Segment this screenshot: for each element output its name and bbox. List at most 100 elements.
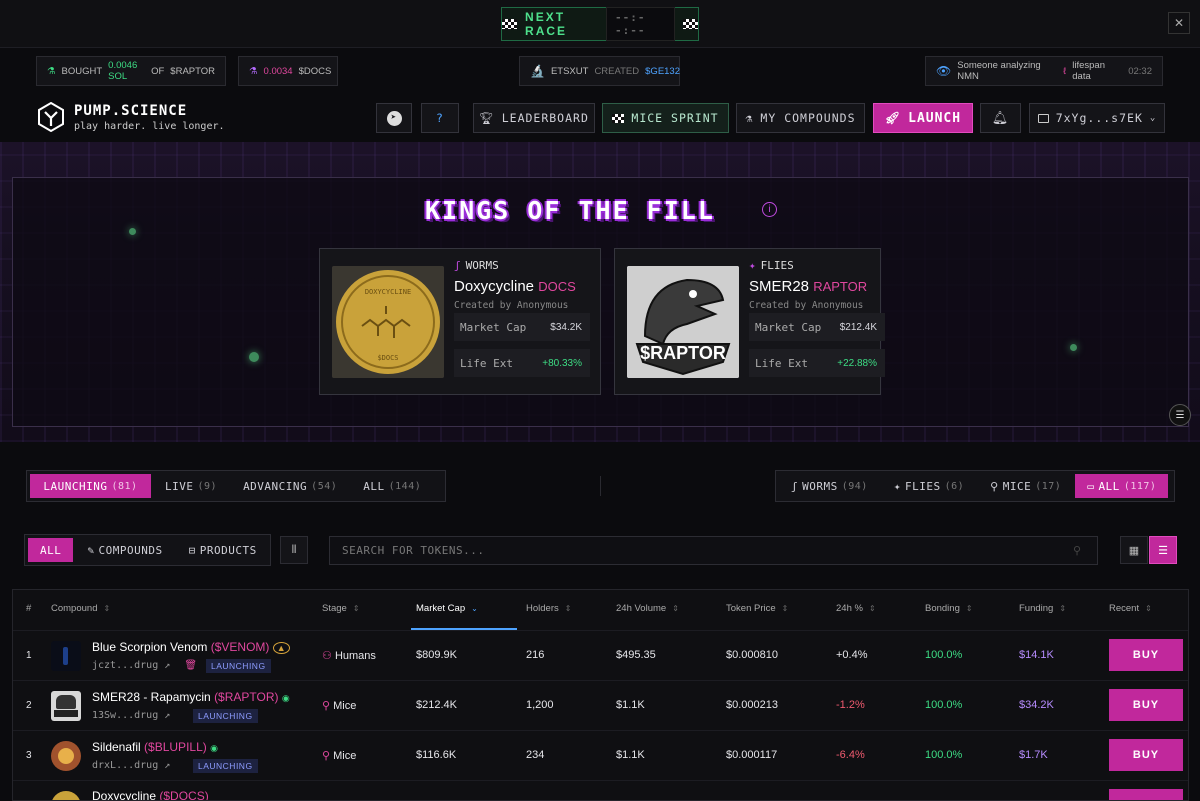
compound-name[interactable]: SMER28 - Rapamycin ($RAPTOR) ◉ <box>92 690 290 704</box>
buy-button[interactable]: BUY <box>1109 739 1183 771</box>
ticker-trade[interactable]: ⚗ 0.0034 $DOCS <box>238 56 338 86</box>
leaderboard-button[interactable]: 🏆︎ LEADERBOARD <box>473 103 595 133</box>
next-race-banner[interactable]: NEXT RACE --:--:-- <box>501 7 699 41</box>
notifications-button[interactable]: 🔔︎ <box>980 103 1021 133</box>
ticker-created[interactable]: 🔬 ETSXUT CREATED $GE132 <box>519 56 680 86</box>
market-cap-cell: $116.6K <box>416 749 457 761</box>
bonding-cell: 100.0% <box>925 699 963 711</box>
docs-avatar <box>51 791 81 800</box>
tab-all-species[interactable]: ▭ ALL (117) <box>1075 474 1169 498</box>
life-ext-stat: Life Ext +80.33% <box>454 349 590 377</box>
table-row[interactable]: 3 Sildenafil ($BLUPILL) ◉ drxL...drug ↗ … <box>13 730 1188 780</box>
th-funding[interactable]: Funding ⇕ <box>1019 603 1066 614</box>
warning-icon: ▲ <box>272 642 290 654</box>
ticker-created-label: CREATED <box>594 65 640 77</box>
worm-icon: ʃ <box>791 479 799 493</box>
tab-flies[interactable]: ✦ FLIES (6) <box>882 474 976 498</box>
compound-name[interactable]: Doxycycline ($DOCS) <box>92 789 209 800</box>
table-row[interactable]: 2 SMER28 - Rapamycin ($RAPTOR) ◉ 13Sw...… <box>13 680 1188 730</box>
mice-sprint-button[interactable]: MICE SPRINT <box>602 103 729 133</box>
beaker-icon: ⚗ <box>745 111 754 125</box>
ticker-activity-text: Someone analyzing NMN <box>957 60 1041 82</box>
th-price[interactable]: Token Price ⇕ <box>726 603 788 614</box>
flask-icon: ⚗ <box>47 65 56 77</box>
launch-button[interactable]: 🚀︎ LAUNCH <box>873 103 973 133</box>
th-holders[interactable]: Holders ⇕ <box>526 603 571 614</box>
filter-products[interactable]: ⊟ PRODUCTS <box>177 538 269 562</box>
th-compound[interactable]: Compound ⇕ <box>51 603 110 614</box>
stage-label: WORMS <box>465 259 499 272</box>
external-link-icon: ↗ <box>164 660 171 671</box>
ticker-activity-time: 02:32 <box>1128 65 1152 77</box>
columns-icon[interactable]: ⦀ <box>280 536 308 564</box>
table-row[interactable]: 1 Blue Scorpion Venom ($VENOM) ▲ jczt...… <box>13 630 1188 680</box>
tab-mice[interactable]: ⚲ MICE (17) <box>978 474 1073 498</box>
race-timer: --:--:-- <box>606 7 675 41</box>
holders-cell: 234 <box>526 749 545 761</box>
telegram-button[interactable]: ➤ <box>376 103 412 133</box>
my-compounds-button[interactable]: ⚗ MY COMPOUNDS <box>736 103 865 133</box>
info-icon[interactable]: i <box>762 202 777 217</box>
filter-compounds[interactable]: ✎ COMPOUNDS <box>75 538 174 562</box>
list-view-icon[interactable]: ☰ <box>1149 536 1177 564</box>
market-cap-cell: $809.9K <box>416 649 457 661</box>
tab-advancing[interactable]: ADVANCING (54) <box>231 474 349 498</box>
external-link-icon: ↗ <box>164 710 171 721</box>
th-recent[interactable]: Recent ⇕ <box>1109 603 1152 614</box>
panel-toggle-icon[interactable]: ☰ <box>1169 404 1191 426</box>
king-card-docs[interactable]: DOXYCYCLINE $DOCS ʃ WORMS Doxycycline DO… <box>319 248 601 395</box>
rocket-icon: 🚀︎ <box>884 111 902 125</box>
ticker-activity-tail: lifespan data <box>1072 60 1105 82</box>
fly-icon: ✦ <box>749 259 756 272</box>
raptor-image: $RAPTOR <box>627 266 739 378</box>
microscope-icon: 🔬 <box>530 64 545 78</box>
th-bonding[interactable]: Bonding ⇕ <box>925 603 973 614</box>
th-volume[interactable]: 24h Volume ⇕ <box>616 603 679 614</box>
checkered-flag-icon <box>612 113 625 123</box>
grid-view-icon[interactable]: ▦ <box>1120 536 1148 564</box>
tab-all[interactable]: ALL (144) <box>351 474 433 498</box>
close-icon[interactable]: ✕ <box>1168 12 1190 34</box>
king-card-stage: ✦ FLIES <box>749 259 794 272</box>
compound-name[interactable]: Blue Scorpion Venom ($VENOM) ▲ <box>92 640 290 654</box>
my-compounds-label: MY COMPOUNDS <box>760 111 856 125</box>
th-market-cap[interactable]: Market Cap ⌄ <box>416 603 478 614</box>
compound-address[interactable]: jczt...drug ↗ 🗑︎ <box>92 660 197 671</box>
tab-live[interactable]: LIVE (9) <box>153 474 229 498</box>
compound-address[interactable]: 13Sw...drug ↗ <box>92 710 170 721</box>
type-filter: ALL ✎ COMPOUNDS ⊟ PRODUCTS <box>24 534 271 566</box>
buy-button[interactable]: BUY <box>1109 789 1183 800</box>
checkered-flag-icon <box>682 19 698 29</box>
humans-icon: ⚇ <box>322 650 332 662</box>
compound-name[interactable]: Sildenafil ($BLUPILL) ◉ <box>92 740 218 754</box>
tab-launching[interactable]: LAUNCHING (81) <box>30 474 151 498</box>
king-card-raptor[interactable]: $RAPTOR ✦ FLIES SMER28 RAPTOR Created by… <box>614 248 885 395</box>
verified-icon: ◉ <box>281 693 290 703</box>
stage-label: FLIES <box>760 259 794 272</box>
king-card-ticker: DOCS <box>538 279 576 294</box>
wallet-button[interactable]: 7xYg...s7EK ⌄ <box>1029 103 1165 133</box>
brand-logo[interactable]: PUMP.SCIENCE play harder. live longer. <box>38 102 225 132</box>
stage-cell: ⚲ Mice <box>322 750 357 762</box>
ticker-buy[interactable]: ⚗ BOUGHT 0.0046 SOL OF $RAPTOR <box>36 56 226 86</box>
th-change[interactable]: 24h % ⇕ <box>836 603 876 614</box>
help-button[interactable]: ? <box>421 103 459 133</box>
life-ext-value: +80.33% <box>542 357 582 369</box>
volume-cell: $495.35 <box>616 649 656 661</box>
buy-button[interactable]: BUY <box>1109 639 1183 671</box>
folder-icon: ▭ <box>1087 479 1095 493</box>
coin-bottom-text: $DOCS <box>377 354 398 362</box>
search-input[interactable]: SEARCH FOR TOKENS... <box>329 536 1098 565</box>
brand-title: PUMP.SCIENCE <box>74 102 188 119</box>
bonding-cell: 100.0% <box>925 749 963 761</box>
life-ext-value: +22.88% <box>837 357 877 369</box>
compound-address[interactable]: drxL...drug ↗ <box>92 760 170 771</box>
filter-all[interactable]: ALL <box>28 538 74 562</box>
tab-worms[interactable]: ʃ WORMS (94) <box>779 474 880 498</box>
table-row[interactable]: Doxycycline ($DOCS) BUY <box>13 780 1188 800</box>
king-card-name: SMER28 RAPTOR <box>749 278 868 295</box>
buy-button[interactable]: BUY <box>1109 689 1183 721</box>
pencil-icon: ✎ <box>87 543 95 557</box>
th-stage[interactable]: Stage ⇕ <box>322 603 360 614</box>
ticker-activity[interactable]: 👁 Someone analyzing NMN ℓ lifespan data … <box>925 56 1163 86</box>
